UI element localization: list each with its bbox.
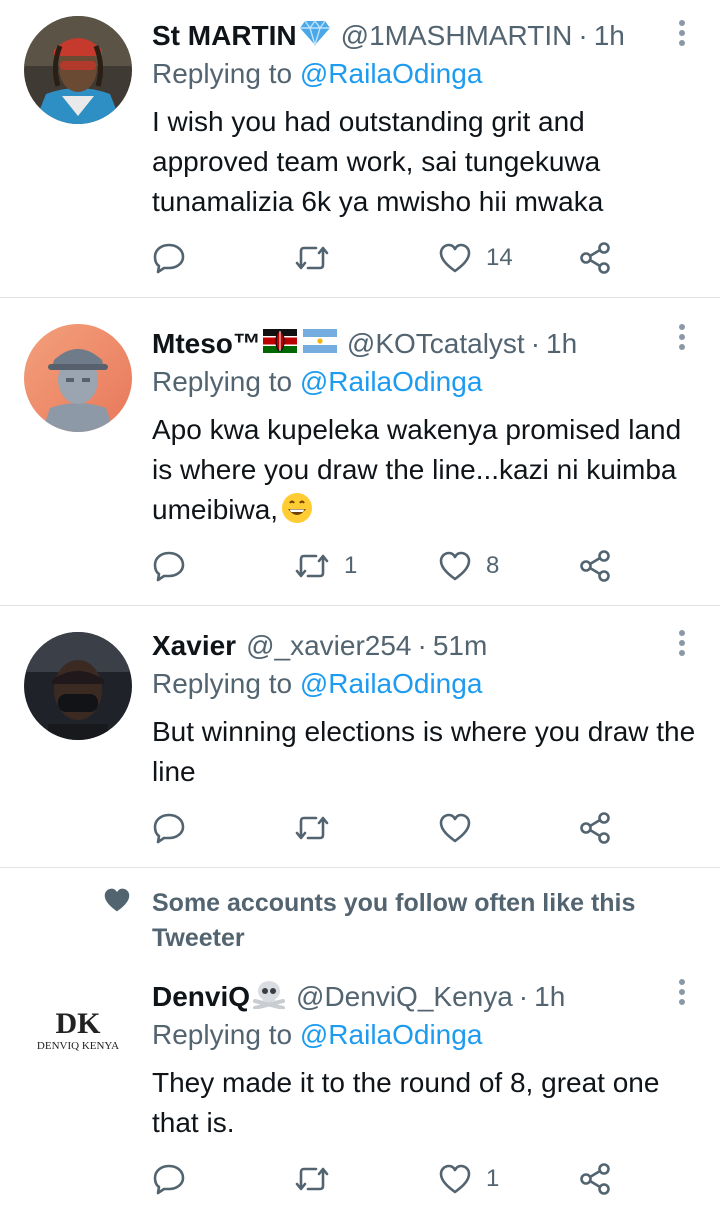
tweet-actions: 1 (152, 1159, 622, 1199)
separator-dot: · (530, 328, 541, 359)
retweet-button[interactable] (294, 1159, 344, 1199)
share-button[interactable] (578, 1159, 612, 1199)
handle[interactable]: @_xavier254 (246, 630, 411, 662)
retweet-icon (295, 816, 329, 840)
tweet-header: Xavier @_xavier254 · 51m (152, 624, 487, 668)
like-button[interactable]: 14 (438, 238, 513, 278)
tweet-header: St MARTIN @1MASHMARTIN · 1h (152, 14, 625, 58)
avatar[interactable] (24, 324, 132, 432)
handle[interactable]: @1MASHMARTIN (341, 20, 573, 52)
gem-icon (299, 19, 331, 53)
share-button[interactable] (578, 808, 612, 848)
share-icon (580, 550, 610, 582)
display-name[interactable]: Mteso™ (152, 328, 261, 360)
replying-to-label: Replying to (152, 366, 293, 397)
skull-crossbones-icon (252, 979, 286, 1016)
reply-button[interactable] (152, 808, 186, 848)
share-icon (580, 242, 610, 274)
more-options-icon[interactable] (678, 324, 686, 352)
tweet-header: Mteso™ @KOTcatalyst · 1h (152, 322, 577, 366)
social-context-text: Some accounts you follow often like this… (152, 889, 636, 952)
mention-link[interactable]: @RailaOdinga (300, 1019, 483, 1050)
separator-dot: · (518, 981, 529, 1012)
reply-icon (153, 1164, 185, 1195)
divider (0, 867, 720, 868)
like-button[interactable]: 8 (438, 546, 499, 586)
heart-icon (439, 551, 471, 581)
display-name[interactable]: DenviQ (152, 981, 250, 1013)
tweet-text: They made it to the round of 8, great on… (152, 1067, 660, 1138)
tweet-text: Apo kwa kupeleka wakenya promised land i… (152, 410, 702, 530)
handle[interactable]: @DenviQ_Kenya (296, 981, 513, 1013)
share-button[interactable] (578, 546, 612, 586)
reply-icon (153, 243, 185, 274)
display-name[interactable]: Xavier (152, 630, 236, 662)
timestamp[interactable]: 1h (594, 20, 625, 52)
timestamp[interactable]: 51m (433, 630, 487, 662)
divider (0, 605, 720, 606)
reply-icon (153, 813, 185, 844)
more-options-icon[interactable] (678, 979, 686, 1007)
heart-icon (439, 1164, 471, 1194)
separator-dot: · (417, 630, 427, 661)
separator-dot: · (578, 20, 588, 51)
grinning-face-icon (282, 493, 313, 523)
avatar[interactable] (24, 632, 132, 740)
replying-to-label: Replying to (152, 668, 293, 699)
more-options-icon[interactable] (678, 630, 686, 658)
heart-icon (439, 243, 471, 273)
tweet-header: DenviQ @DenviQ_Kenya · 1h (152, 975, 565, 1019)
avatar-logo-subtext: DENVIQ KENYA (37, 1040, 119, 1052)
tweet-actions: 14 (152, 238, 622, 278)
retweet-icon (295, 246, 329, 270)
heart-icon (439, 813, 471, 843)
tweet-text-body: Apo kwa kupeleka wakenya promised land i… (152, 414, 682, 525)
divider (0, 297, 720, 298)
reply-button[interactable] (152, 238, 186, 278)
like-button[interactable]: 1 (438, 1159, 499, 1199)
retweet-button[interactable] (294, 238, 344, 278)
handle[interactable]: @KOTcatalyst (347, 328, 525, 360)
retweet-icon (295, 554, 329, 578)
avatar[interactable] (24, 16, 132, 124)
retweet-button[interactable] (294, 808, 344, 848)
like-button[interactable] (438, 808, 486, 848)
tweet-text: I wish you had outstanding grit and appr… (152, 106, 604, 217)
avatar-logo-text: DK (56, 1007, 102, 1040)
more-options-icon[interactable] (678, 20, 686, 48)
share-icon (580, 812, 610, 844)
reply-icon (153, 551, 185, 582)
heart-filled-icon (104, 888, 130, 912)
replying-to: Replying to @RailaOdinga (152, 58, 482, 90)
like-count: 14 (486, 244, 513, 271)
share-button[interactable] (578, 238, 612, 278)
tweet-actions: 1 8 (152, 546, 622, 586)
tweet-text: But winning elections is where you draw … (152, 716, 696, 787)
like-count: 1 (486, 1165, 500, 1192)
like-count: 8 (486, 552, 500, 579)
argentina-flag-icon (302, 328, 337, 360)
replying-to: Replying to @RailaOdinga (152, 668, 482, 700)
display-name[interactable]: St MARTIN (152, 20, 297, 52)
replying-to-label: Replying to (152, 1019, 293, 1050)
mention-link[interactable]: @RailaOdinga (300, 668, 483, 699)
reply-button[interactable] (152, 1159, 186, 1199)
retweet-button[interactable]: 1 (294, 546, 357, 586)
share-icon (580, 1163, 610, 1195)
timestamp[interactable]: 1h (546, 328, 577, 360)
tweet-actions (152, 808, 622, 848)
replying-to-label: Replying to (152, 58, 293, 89)
retweet-icon (295, 1167, 329, 1191)
replying-to: Replying to @RailaOdinga (152, 366, 482, 398)
retweet-count: 1 (344, 552, 358, 579)
mention-link[interactable]: @RailaOdinga (300, 366, 483, 397)
replying-to: Replying to @RailaOdinga (152, 1019, 482, 1051)
kenya-flag-icon (262, 328, 297, 360)
avatar[interactable]: DK DENVIQ KENYA (24, 977, 132, 1085)
mention-link[interactable]: @RailaOdinga (300, 58, 483, 89)
timestamp[interactable]: 1h (534, 981, 565, 1013)
reply-button[interactable] (152, 546, 186, 586)
